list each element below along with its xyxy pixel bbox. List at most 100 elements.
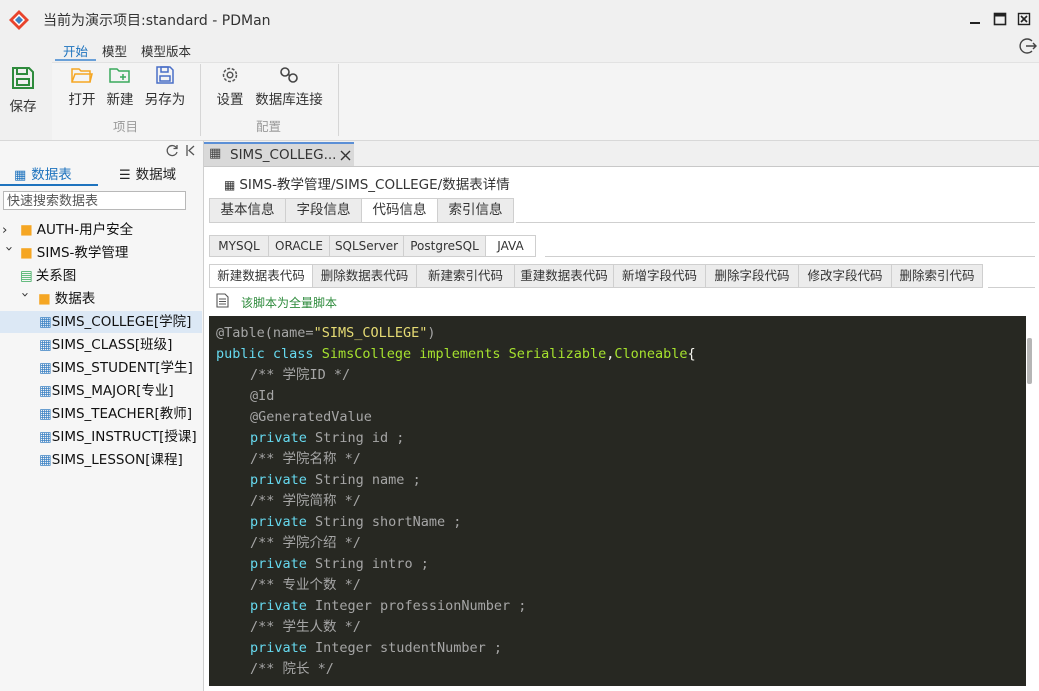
tab-create-table-code[interactable]: 新建数据表代码	[209, 264, 313, 288]
table-icon: ▦	[39, 360, 52, 376]
open-button[interactable]: 打开	[65, 66, 99, 108]
group-label-config: 配置	[256, 119, 282, 134]
document-tab[interactable]: ▦ SIMS_COLLEG...	[204, 142, 354, 166]
code-line: /** 学院介绍 */	[250, 535, 361, 551]
tree-label: SIMS-教学管理	[36, 245, 129, 261]
minimize-icon[interactable]	[968, 12, 982, 26]
tree-label: SIMS_LESSON[课程]	[51, 452, 183, 468]
ribbon-divider	[200, 64, 201, 136]
tab-create-index-code[interactable]: 新建索引代码	[416, 264, 515, 288]
tree-node-auth[interactable]: › ■ AUTH-用户安全	[0, 219, 202, 241]
tab-postgresql[interactable]: PostgreSQL	[403, 235, 486, 257]
tree-label: SIMS_COLLEGE[学院]	[51, 314, 192, 330]
tree-label: 关系图	[35, 268, 77, 284]
save-as-icon	[156, 66, 174, 84]
settings-button[interactable]: 设置	[214, 66, 246, 108]
tree-node-er-diagram[interactable]: ▤ 关系图	[20, 265, 76, 287]
tab-modify-field-code[interactable]: 修改字段代码	[798, 264, 892, 288]
tree-node-table[interactable]: ▦SIMS_CLASS[班级]	[39, 334, 172, 356]
open-label: 打开	[68, 92, 96, 108]
tab-mysql[interactable]: MYSQL	[209, 235, 269, 257]
close-tab-icon[interactable]	[340, 150, 351, 161]
tree-node-table-selected[interactable]: ▦SIMS_COLLEGE[学院]	[0, 311, 202, 333]
tab-drop-index-code[interactable]: 删除索引代码	[891, 264, 983, 288]
code-line: /** 学生人数 */	[250, 619, 361, 635]
tab-domains-label: 数据域	[135, 167, 177, 183]
breadcrumb-text: SIMS-教学管理/SIMS_COLLEGE/数据表详情	[239, 177, 510, 193]
save-label: 保存	[9, 99, 37, 115]
save-as-label: 另存为	[144, 92, 186, 108]
tab-rebuild-table-code[interactable]: 重建数据表代码	[514, 264, 614, 288]
code-editor[interactable]: @Table(name="SIMS_COLLEGE") public class…	[209, 316, 1026, 686]
tree-label: SIMS_STUDENT[学生]	[51, 360, 193, 376]
list-icon: ☰	[119, 168, 131, 183]
menu-tab-model[interactable]: 模型	[102, 41, 127, 60]
code-line: public class SimsCollege implements Seri…	[216, 346, 696, 362]
table-icon: ▦	[39, 337, 52, 353]
tree-node-table[interactable]: ▦SIMS_STUDENT[学生]	[39, 357, 193, 379]
folder-icon: ■	[38, 291, 51, 307]
tree-node-sims[interactable]: › ■ SIMS-教学管理	[0, 242, 202, 264]
code-line: /** 学院简称 */	[250, 493, 361, 509]
folder-icon: ■	[20, 245, 33, 261]
folder-icon: ■	[20, 222, 33, 238]
tab-drop-table-code[interactable]: 删除数据表代码	[312, 264, 417, 288]
settings-label: 设置	[216, 92, 244, 108]
table-icon: ▦	[39, 429, 52, 445]
menu-tab-start[interactable]: 开始	[63, 41, 88, 60]
close-icon[interactable]	[1017, 12, 1031, 26]
table-icon: ▦	[39, 314, 52, 330]
logout-icon[interactable]	[1018, 37, 1038, 55]
tab-tables[interactable]: ▦ 数据表	[14, 163, 72, 183]
scrollbar-thumb[interactable]	[1027, 338, 1032, 384]
tree-node-table[interactable]: ▦SIMS_MAJOR[专业]	[39, 380, 174, 402]
folder-open-icon	[71, 68, 93, 83]
tab-baseline	[545, 256, 1035, 257]
search-input[interactable]	[3, 191, 186, 210]
tree-node-tables[interactable]: › ■ 数据表	[17, 288, 95, 310]
db-connection-button[interactable]: 数据库连接	[252, 66, 326, 108]
tab-basic-info[interactable]: 基本信息	[209, 198, 286, 223]
tree-label: SIMS_CLASS[班级]	[51, 337, 173, 353]
code-line: @Table(name="SIMS_COLLEGE")	[216, 325, 436, 341]
table-icon: ▦	[39, 383, 52, 399]
table-icon: ▦	[39, 452, 52, 468]
script-note: 该脚本为全量脚本	[241, 296, 338, 310]
collapse-icon[interactable]	[185, 144, 196, 157]
tab-tables-label: 数据表	[31, 167, 72, 183]
tree-node-table[interactable]: ▦SIMS_INSTRUCT[授课]	[39, 426, 197, 448]
document-tab-label: SIMS_COLLEG...	[230, 147, 337, 163]
chevron-down-icon: ›	[17, 292, 33, 298]
active-tab-indicator	[55, 59, 96, 61]
breadcrumb: ▦ SIMS-教学管理/SIMS_COLLEGE/数据表详情	[224, 173, 510, 193]
save-button[interactable]: 保存	[5, 65, 41, 115]
tab-java[interactable]: JAVA	[485, 235, 536, 257]
tab-domains[interactable]: ☰ 数据域	[119, 163, 176, 183]
app-logo-icon	[9, 10, 29, 30]
group-label-project: 项目	[113, 119, 139, 134]
code-line: @Id	[250, 388, 275, 404]
code-line: /** 院长 */	[250, 661, 334, 677]
save-as-button[interactable]: 另存为	[142, 66, 188, 108]
tab-baseline	[516, 222, 1035, 223]
tab-drop-field-code[interactable]: 删除字段代码	[705, 264, 799, 288]
code-type-tabs: 新建数据表代码 删除数据表代码 新建索引代码 重建数据表代码 新增字段代码 删除…	[209, 264, 983, 288]
refresh-icon[interactable]	[166, 144, 179, 157]
tab-oracle[interactable]: ORACLE	[268, 235, 330, 257]
new-button[interactable]: 新建	[103, 66, 137, 108]
tree-label: SIMS_INSTRUCT[授课]	[51, 429, 197, 445]
tab-add-field-code[interactable]: 新增字段代码	[613, 264, 706, 288]
table-icon: ▦	[39, 406, 52, 422]
tab-field-info[interactable]: 字段信息	[285, 198, 362, 223]
chevron-right-icon: ›	[2, 222, 8, 238]
tab-code-info[interactable]: 代码信息	[361, 198, 438, 223]
active-tab-indicator	[0, 184, 98, 186]
new-label: 新建	[106, 92, 134, 108]
tab-index-info[interactable]: 索引信息	[437, 198, 514, 223]
tab-sqlserver[interactable]: SQLServer	[329, 235, 404, 257]
tree-node-table[interactable]: ▦SIMS_TEACHER[教师]	[39, 403, 192, 425]
menu-tab-model-version[interactable]: 模型版本	[141, 41, 191, 60]
code-line: private String name ;	[250, 472, 421, 488]
tree-node-table[interactable]: ▦SIMS_LESSON[课程]	[39, 449, 183, 471]
maximize-icon[interactable]	[993, 12, 1007, 26]
